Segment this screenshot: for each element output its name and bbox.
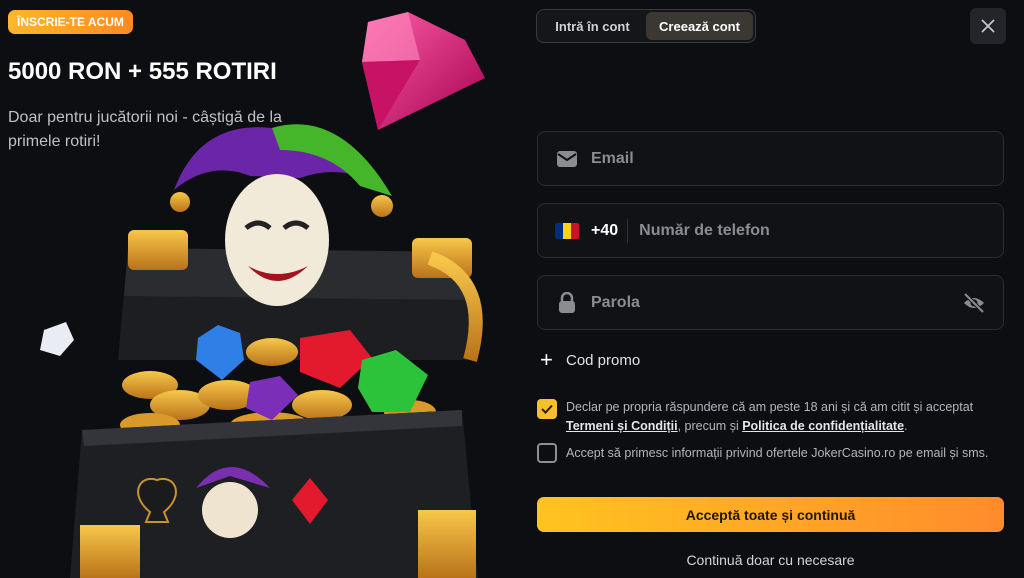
terms-text: Declar pe propria răspundere că am peste… [566, 398, 1004, 436]
tab-register[interactable]: Creează cont [646, 12, 753, 40]
tab-login[interactable]: Intră în cont [539, 12, 646, 40]
signup-now-badge[interactable]: ÎNSCRIE-TE ACUM [8, 10, 133, 34]
checkmark-icon [541, 404, 553, 414]
terms-text-after: . [904, 419, 908, 433]
close-icon [981, 19, 995, 33]
marketing-text: Accept să primesc informații privind ofe… [566, 446, 989, 460]
terms-checkbox[interactable] [537, 399, 557, 419]
promo-code-label: Cod promo [566, 351, 641, 369]
plus-icon: + [540, 347, 553, 372]
romania-flag-icon[interactable] [555, 222, 579, 239]
pink-diamond-icon [362, 12, 485, 130]
close-button[interactable] [970, 8, 1006, 44]
terms-text-before: Declar pe propria răspundere că am peste… [566, 400, 974, 414]
phone-input[interactable] [637, 220, 1003, 241]
chest-body [70, 410, 478, 578]
marketing-consent-row: Accept să primesc informații privind ofe… [537, 443, 1004, 463]
promo-panel: ÎNSCRIE-TE ACUM 5000 RON + 555 ROTIRI Do… [0, 0, 520, 578]
auth-tabs: Intră în cont Creează cont [536, 9, 756, 43]
eye-off-icon[interactable] [961, 290, 987, 316]
phone-prefix[interactable]: +40 [591, 218, 629, 243]
terms-link[interactable]: Termeni și Condiții [566, 419, 678, 433]
lock-icon [555, 291, 579, 315]
password-field-wrapper [537, 275, 1004, 330]
terms-consent-row: Declar pe propria răspundere că am peste… [537, 398, 1004, 436]
bonus-subline: Doar pentru jucătorii noi - câștigă de l… [8, 109, 282, 150]
marketing-checkbox[interactable] [537, 443, 557, 463]
bonus-headline: 5000 RON + 555 ROTIRI [8, 58, 277, 85]
privacy-policy-link[interactable]: Politica de confidențialitate [742, 419, 904, 433]
phone-field-wrapper: +40 [537, 203, 1004, 258]
terms-text-middle: , precum și [677, 419, 743, 433]
envelope-icon [555, 147, 579, 171]
password-input[interactable] [589, 292, 961, 313]
email-input[interactable] [589, 148, 1003, 169]
white-gem-icon [40, 322, 74, 356]
accept-all-continue-button[interactable]: Acceptă toate și continuă [537, 497, 1004, 532]
promo-code-toggle[interactable]: + Cod promo [540, 347, 641, 372]
small-joker-face-icon [202, 482, 258, 538]
joker-treasure-illustration [40, 12, 485, 578]
email-field-wrapper [537, 131, 1004, 186]
continue-necessary-only-link[interactable]: Continuă doar cu necesare [537, 552, 1004, 572]
